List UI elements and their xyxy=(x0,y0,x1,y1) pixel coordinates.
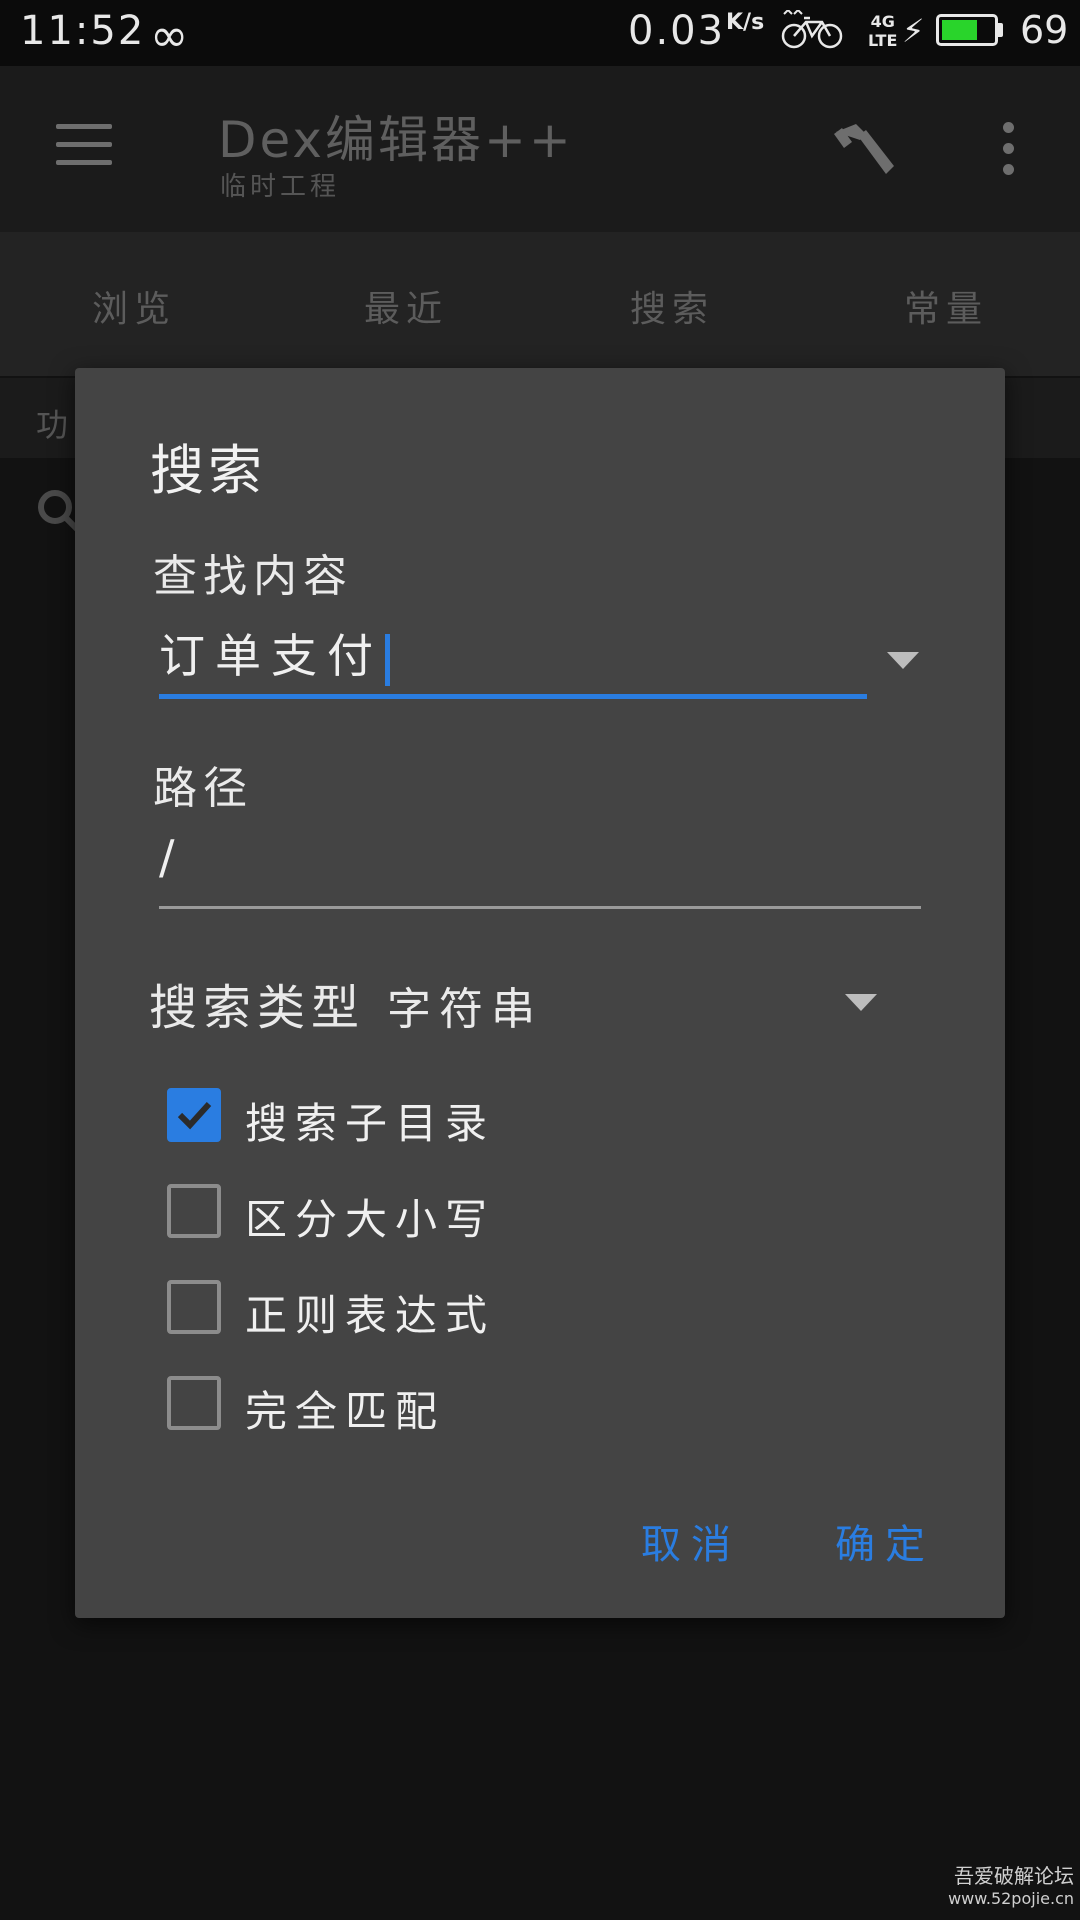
network-label: 4G xyxy=(870,12,895,31)
path-input-underline xyxy=(159,906,921,909)
find-input-underline xyxy=(159,694,867,699)
tab-browse[interactable]: 浏览 xyxy=(34,280,234,332)
tab-recent[interactable]: 最近 xyxy=(306,280,506,332)
search-type-label: 搜索类型 xyxy=(149,980,366,1036)
sub-bar-text: 功 xyxy=(36,406,69,444)
option-label: 区分大小写 xyxy=(245,1195,496,1244)
battery-level: 69 xyxy=(1020,8,1069,52)
path-label: 路径 xyxy=(153,763,253,814)
option-case-sensitive[interactable]: 区分大小写 xyxy=(167,1184,767,1244)
checkbox-checked[interactable] xyxy=(167,1088,221,1142)
tab-bar: 浏览 最近 搜索 常量 xyxy=(0,232,1080,376)
battery-tip xyxy=(998,23,1003,37)
option-exact-match[interactable]: 完全匹配 xyxy=(167,1376,767,1436)
ok-button[interactable]: 确定 xyxy=(835,1512,935,1570)
status-bar: 11:52 ∞ 0.03 K/s 4G LTE ⚡ 69 xyxy=(0,0,1080,66)
loop-icon: ∞ xyxy=(150,8,189,62)
dialog-title: 搜索 xyxy=(150,439,266,502)
option-label: 搜索子目录 xyxy=(245,1099,496,1148)
checkbox-unchecked[interactable] xyxy=(167,1184,221,1238)
option-search-subdirectories[interactable]: 搜索子目录 xyxy=(167,1088,767,1148)
bicycle-icon xyxy=(781,10,843,49)
option-label: 正则表达式 xyxy=(245,1291,496,1340)
more-options-icon[interactable] xyxy=(1000,122,1016,176)
search-type-dropdown-icon[interactable] xyxy=(845,994,877,1011)
app-toolbar: Dex编辑器++ 临时工程 xyxy=(0,66,1080,232)
checkbox-unchecked[interactable] xyxy=(167,1280,221,1334)
text-caret xyxy=(385,633,390,686)
search-type-value: 字符串 xyxy=(387,984,544,1035)
screen: 11:52 ∞ 0.03 K/s 4G LTE ⚡ 69 Dex编辑器++ 临时… xyxy=(0,0,1080,1920)
network-sub-label: LTE xyxy=(868,31,898,50)
find-input-value: 订单支付 xyxy=(159,629,383,683)
checkmark-icon xyxy=(177,1101,212,1130)
battery-icon xyxy=(936,14,998,46)
find-label: 查找内容 xyxy=(153,551,353,602)
network-speed-unit: K/s xyxy=(726,10,765,35)
checkbox-unchecked[interactable] xyxy=(167,1376,221,1430)
hammer-icon[interactable] xyxy=(832,122,898,180)
cancel-button[interactable]: 取消 xyxy=(641,1512,741,1570)
option-label: 完全匹配 xyxy=(245,1387,446,1436)
path-input-value: / xyxy=(159,830,185,884)
search-type-selector[interactable]: 搜索类型 字符串 xyxy=(149,968,543,1038)
watermark: 吾爱破解论坛 www.52pojie.cn xyxy=(948,1860,1074,1908)
app-subtitle: 临时工程 xyxy=(220,172,341,202)
charging-icon: ⚡ xyxy=(902,12,925,50)
network-speed: 0.03 xyxy=(628,8,726,54)
find-input[interactable]: 订单支付 xyxy=(159,620,390,690)
menu-icon[interactable] xyxy=(56,124,112,168)
path-input[interactable]: / xyxy=(159,830,185,900)
search-dialog: 搜索 查找内容 订单支付 路径 / 搜索类型 字符串 搜索子目录 区分大小写 正… xyxy=(75,368,1005,1618)
battery-fill xyxy=(942,20,977,40)
option-regex[interactable]: 正则表达式 xyxy=(167,1280,767,1340)
network-type: 4G LTE xyxy=(868,12,897,50)
status-time: 11:52 xyxy=(20,8,146,54)
app-title: Dex编辑器++ xyxy=(218,111,574,169)
find-history-dropdown-icon[interactable] xyxy=(887,652,919,669)
watermark-title: 吾爱破解论坛 xyxy=(954,1864,1074,1888)
tab-search[interactable]: 搜索 xyxy=(572,280,772,332)
tab-constants[interactable]: 常量 xyxy=(846,280,1046,332)
watermark-url: www.52pojie.cn xyxy=(948,1889,1074,1908)
